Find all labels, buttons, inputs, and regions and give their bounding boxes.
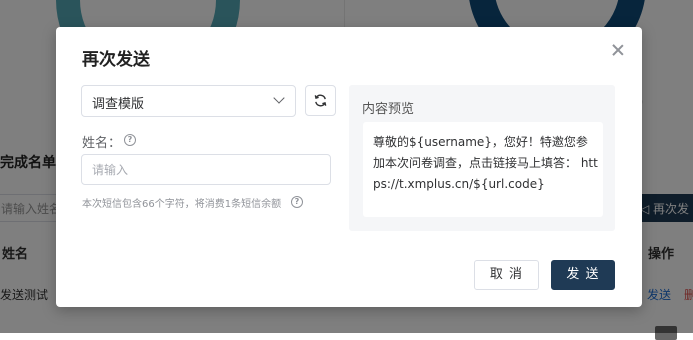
dialog-title: 再次发送 bbox=[82, 50, 150, 70]
cancel-button[interactable]: 取 消 bbox=[474, 260, 539, 290]
resend-dialog: 再次发送 调查模版 姓名： ? 本次短信包含66个字符，将消费1条短信余额 ? … bbox=[56, 27, 642, 307]
refresh-button[interactable] bbox=[305, 85, 336, 116]
refresh-icon bbox=[314, 94, 327, 107]
sms-hint: 本次短信包含66个字符，将消费1条短信余额 bbox=[82, 199, 282, 210]
preview-card: 尊敬的${username}，您好！特邀您参加本次问卷调查，点击链接马上填答： … bbox=[363, 122, 603, 217]
preview-text: 尊敬的${username}，您好！特邀您参加本次问卷调查，点击链接马上填答： … bbox=[373, 135, 598, 191]
send-button[interactable]: 发 送 bbox=[551, 260, 615, 290]
preview-title: 内容预览 bbox=[362, 102, 415, 117]
help-icon[interactable]: ? bbox=[124, 134, 136, 146]
chevron-down-icon bbox=[273, 92, 285, 104]
content-preview: 内容预览 尊敬的${username}，您好！特邀您参加本次问卷调查，点击链接马… bbox=[349, 85, 615, 231]
close-icon[interactable] bbox=[609, 41, 627, 59]
template-select-value: 调查模版 bbox=[92, 97, 145, 112]
name-field-label: 姓名： bbox=[82, 136, 122, 151]
help-icon[interactable]: ? bbox=[291, 196, 303, 208]
template-select[interactable]: 调查模版 bbox=[81, 85, 296, 117]
name-field[interactable] bbox=[81, 154, 331, 185]
